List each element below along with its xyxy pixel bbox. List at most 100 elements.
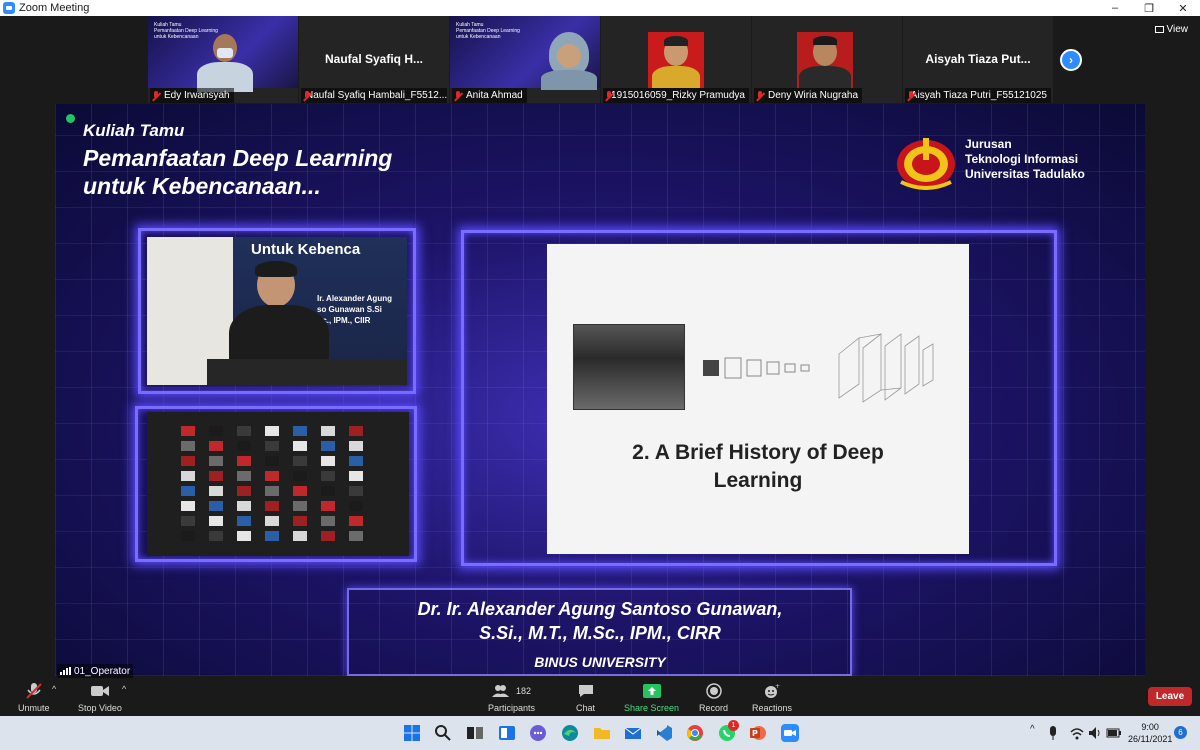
video-camera-icon: [90, 682, 110, 700]
sharer-name: 01_Operator: [74, 665, 131, 677]
svg-text:+: +: [775, 683, 780, 690]
muted-mic-icon: [756, 90, 765, 101]
participant-tile[interactable]: 1915016059_Rizky Pramudya: [601, 16, 751, 103]
leave-button[interactable]: Leave: [1148, 687, 1192, 706]
unmute-button[interactable]: Unmute: [18, 682, 50, 713]
tray-mic-icon[interactable]: [1046, 724, 1060, 742]
gallery-cell: [349, 471, 363, 481]
gallery-cell: [237, 486, 251, 496]
task-view-icon[interactable]: [466, 724, 484, 742]
participant-tile[interactable]: Aisyah Tiaza Put... Aisyah Tiaza Putri_F…: [903, 16, 1053, 103]
search-icon[interactable]: [434, 724, 452, 742]
participant-photo: [797, 32, 853, 88]
participant-name: Naufal Syafiq Hambali_F5512...: [306, 90, 447, 101]
gallery-cell: [321, 471, 335, 481]
participant-tile[interactable]: Kuliah Tamu Pemanfaatan Deep Learning untu…: [450, 16, 600, 103]
participant-tile[interactable]: Deny Wiria Nugraha: [752, 16, 902, 103]
sharer-name-tag: 01_Operator: [57, 664, 134, 678]
gallery-cell: [237, 516, 251, 526]
share-screen-icon: [642, 682, 661, 700]
windows-start-icon[interactable]: [403, 724, 421, 742]
slide-title-line2: untuk Kebencanaan...: [83, 173, 321, 199]
gallery-cell: [293, 516, 307, 526]
chat-button[interactable]: Chat: [576, 682, 595, 713]
shared-screen: Kuliah Tamu Pemanfaatan Deep Learning un…: [55, 104, 1145, 676]
participants-icon: 182: [492, 682, 531, 700]
gallery-cell: [209, 456, 223, 466]
edge-browser-icon[interactable]: [561, 724, 579, 742]
gallery-cell: [349, 501, 363, 511]
widgets-icon[interactable]: [498, 724, 516, 742]
slide-image-network: [703, 357, 810, 379]
grid-icon: [1154, 26, 1164, 33]
close-button[interactable]: ✕: [1166, 0, 1200, 16]
tray-overflow-chevron-icon[interactable]: ^: [1030, 724, 1035, 735]
gallery-cell: [349, 516, 363, 526]
muted-mic-icon: [152, 90, 161, 101]
participant-name-tag: 1915016059_Rizky Pramudya: [603, 88, 749, 103]
zoom-taskbar-icon[interactable]: [781, 724, 799, 742]
windows-taskbar: 1 P ^ 9:00 26/11/2021 6: [0, 716, 1200, 750]
gallery-cell: [293, 456, 307, 466]
reactions-button[interactable]: + Reactions: [752, 682, 792, 713]
wifi-icon[interactable]: [1070, 724, 1084, 742]
next-page-arrow-icon[interactable]: ›: [1060, 49, 1082, 71]
participants-label: Participants: [488, 703, 536, 713]
dept-line1: Jurusan: [965, 137, 1012, 151]
restore-button[interactable]: ❐: [1132, 0, 1166, 16]
mail-icon[interactable]: [624, 724, 642, 742]
gallery-cell: [265, 516, 279, 526]
participants-count: 182: [516, 686, 532, 696]
minimize-button[interactable]: –: [1098, 0, 1132, 16]
participant-name: Aisyah Tiaza Putri_F55121025: [910, 90, 1047, 101]
participants-button[interactable]: 182 Participants: [488, 682, 535, 713]
teams-chat-icon[interactable]: [529, 724, 547, 742]
gallery-cell: [321, 501, 335, 511]
battery-icon[interactable]: [1106, 724, 1122, 742]
view-button[interactable]: View: [1154, 24, 1188, 35]
dept-line2: Teknologi Informasi: [965, 152, 1079, 166]
clock-date: 26/11/2021: [1128, 734, 1173, 744]
speaker-name-line1: Dr. Ir. Alexander Agung Santoso Gunawan,: [417, 599, 783, 619]
participant-tile[interactable]: Naufal Syafiq H... Naufal Syafiq Hambali…: [299, 16, 449, 103]
gallery-cell: [349, 486, 363, 496]
gallery-cell: [237, 456, 251, 466]
muted-mic-icon: [26, 682, 42, 700]
participant-name-tag: Aisyah Tiaza Putri_F55121025: [905, 88, 1051, 103]
participant-name-tag: Anita Ahmad: [452, 88, 527, 103]
speaker-volume-icon[interactable]: [1088, 724, 1102, 742]
file-explorer-icon[interactable]: [593, 724, 611, 742]
speaker-camera: Untuk Kebenca Ir. Alexander Agung so Gun…: [147, 237, 407, 385]
powerpoint-icon[interactable]: P: [749, 724, 767, 742]
gallery-cell: [181, 516, 195, 526]
vscode-icon[interactable]: [655, 724, 673, 742]
emoji-reaction-icon: +: [764, 682, 780, 700]
video-options-caret-icon[interactable]: ^: [122, 684, 126, 694]
gallery-cell: [237, 441, 251, 451]
gallery-cell: [293, 486, 307, 496]
gallery-cell: [237, 471, 251, 481]
gallery-cell: [321, 516, 335, 526]
participant-tile[interactable]: Kuliah Tamu Pemanfaatan Deep Learning untu…: [148, 16, 298, 103]
audio-options-caret-icon[interactable]: ^: [52, 684, 56, 694]
clock-time: 9:00: [1141, 722, 1159, 732]
system-clock[interactable]: 9:00 26/11/2021: [1128, 721, 1172, 745]
gallery-cell: [237, 501, 251, 511]
presentation-slide: 2. A Brief History of Deep Learning: [547, 244, 969, 554]
whatsapp-badge: 1: [728, 720, 739, 731]
camera-line: Ir. Alexander Agung: [317, 294, 392, 303]
stop-video-button[interactable]: Stop Video: [78, 682, 122, 713]
share-screen-button[interactable]: Share Screen: [624, 682, 679, 713]
participant-name-tag: Edy Irwansyah: [150, 88, 234, 103]
gallery-cell: [321, 426, 335, 436]
dept-line3: Universitas Tadulako: [965, 167, 1085, 181]
participant-video: Kuliah Tamu Pemanfaatan Deep Learning untu…: [450, 16, 600, 90]
gallery-cell: [321, 531, 335, 541]
gallery-cell: [181, 471, 195, 481]
notification-center-badge[interactable]: 6: [1174, 726, 1187, 739]
record-button[interactable]: Record: [699, 682, 728, 713]
window-controls: – ❐ ✕: [1098, 0, 1200, 16]
chrome-icon[interactable]: [686, 724, 704, 742]
gallery-cell: [209, 471, 223, 481]
stop-video-label: Stop Video: [78, 703, 122, 713]
